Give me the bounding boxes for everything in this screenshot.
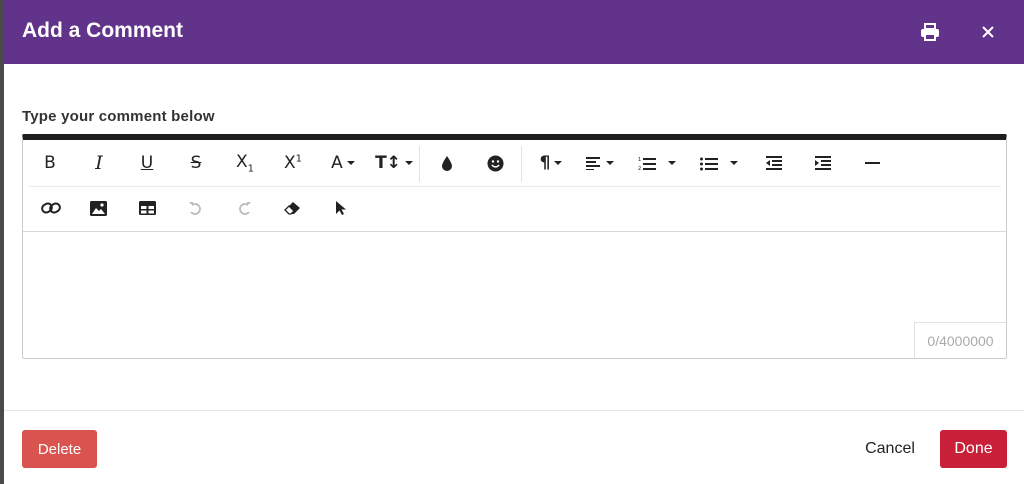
rich-text-editor: B I U S X1 X1 A T↕ ¶ 1 2 0/4000000 [22, 134, 1007, 359]
strikethrough-button[interactable]: S [178, 146, 214, 180]
unordered-list-icon [700, 157, 718, 170]
align-left-icon [586, 157, 600, 170]
paragraph-icon: ¶ [539, 153, 551, 173]
table-icon [138, 201, 156, 215]
smile-icon [487, 155, 503, 171]
character-counter: 0/4000000 [914, 322, 1006, 358]
svg-text:1: 1 [638, 157, 641, 163]
indent-icon [815, 155, 831, 170]
font-size-button[interactable]: T↕ [373, 146, 415, 180]
text-color-button[interactable] [429, 146, 465, 180]
font-icon: A [331, 153, 343, 173]
undo-icon [188, 201, 201, 215]
undo-button[interactable] [177, 191, 213, 225]
emoticons-button[interactable] [477, 146, 513, 180]
svg-text:2: 2 [638, 166, 641, 171]
link-icon [41, 202, 61, 214]
italic-button[interactable]: I [81, 146, 117, 180]
horizontal-line-button[interactable] [854, 146, 890, 180]
select-all-button[interactable] [323, 191, 359, 225]
cancel-button[interactable]: Cancel [854, 430, 926, 468]
image-icon [89, 200, 107, 216]
print-icon [921, 23, 939, 41]
editor-toolbar: B I U S X1 X1 A T↕ ¶ 1 2 [23, 140, 1006, 232]
align-button[interactable] [580, 146, 620, 180]
dialog-header: Add a Comment [4, 0, 1024, 64]
outdent-button[interactable] [756, 146, 792, 180]
strikethrough-icon: S [190, 153, 202, 173]
dialog-title: Add a Comment [22, 19, 184, 42]
comment-prompt-label: Type your comment below [22, 108, 215, 125]
toolbar-row-2 [29, 186, 1001, 231]
underline-button[interactable]: U [129, 146, 165, 180]
toolbar-row-1: B I U S X1 X1 A T↕ ¶ 1 2 [23, 140, 1006, 186]
close-icon [982, 26, 994, 38]
subscript-button[interactable]: X1 [227, 146, 263, 180]
ordered-list-button[interactable]: 1 2 [633, 146, 681, 180]
subscript-icon: X1 [235, 151, 255, 175]
bold-button[interactable]: B [32, 146, 68, 180]
delete-button[interactable]: Delete [22, 430, 97, 468]
horizontal-line-icon [864, 161, 880, 164]
superscript-icon: X1 [283, 153, 303, 173]
done-button[interactable]: Done [940, 430, 1007, 468]
cursor-icon [336, 201, 346, 215]
insert-image-button[interactable] [80, 191, 116, 225]
comment-dialog: Add a Comment Type your comment below B … [4, 0, 1024, 484]
paragraph-format-button[interactable]: ¶ [531, 146, 571, 180]
close-button[interactable] [974, 18, 1002, 46]
insert-table-button[interactable] [129, 191, 165, 225]
redo-icon [238, 201, 251, 215]
italic-icon: I [95, 152, 103, 174]
clear-formatting-button[interactable] [275, 191, 311, 225]
indent-button[interactable] [805, 146, 841, 180]
font-family-button[interactable]: A [323, 146, 363, 180]
eraser-icon [284, 202, 300, 215]
redo-button[interactable] [226, 191, 262, 225]
footer-divider [4, 410, 1024, 411]
underline-icon: U [140, 153, 154, 173]
ordered-list-icon: 1 2 [638, 157, 656, 171]
print-button[interactable] [916, 18, 944, 46]
unordered-list-button[interactable] [695, 146, 743, 180]
text-size-icon: T↕ [375, 153, 401, 173]
insert-link-button[interactable] [33, 191, 69, 225]
outdent-icon [766, 155, 782, 170]
editor-content-area[interactable] [23, 232, 1006, 359]
color-drop-icon [442, 156, 452, 171]
superscript-button[interactable]: X1 [275, 146, 311, 180]
bold-icon: B [44, 153, 56, 173]
